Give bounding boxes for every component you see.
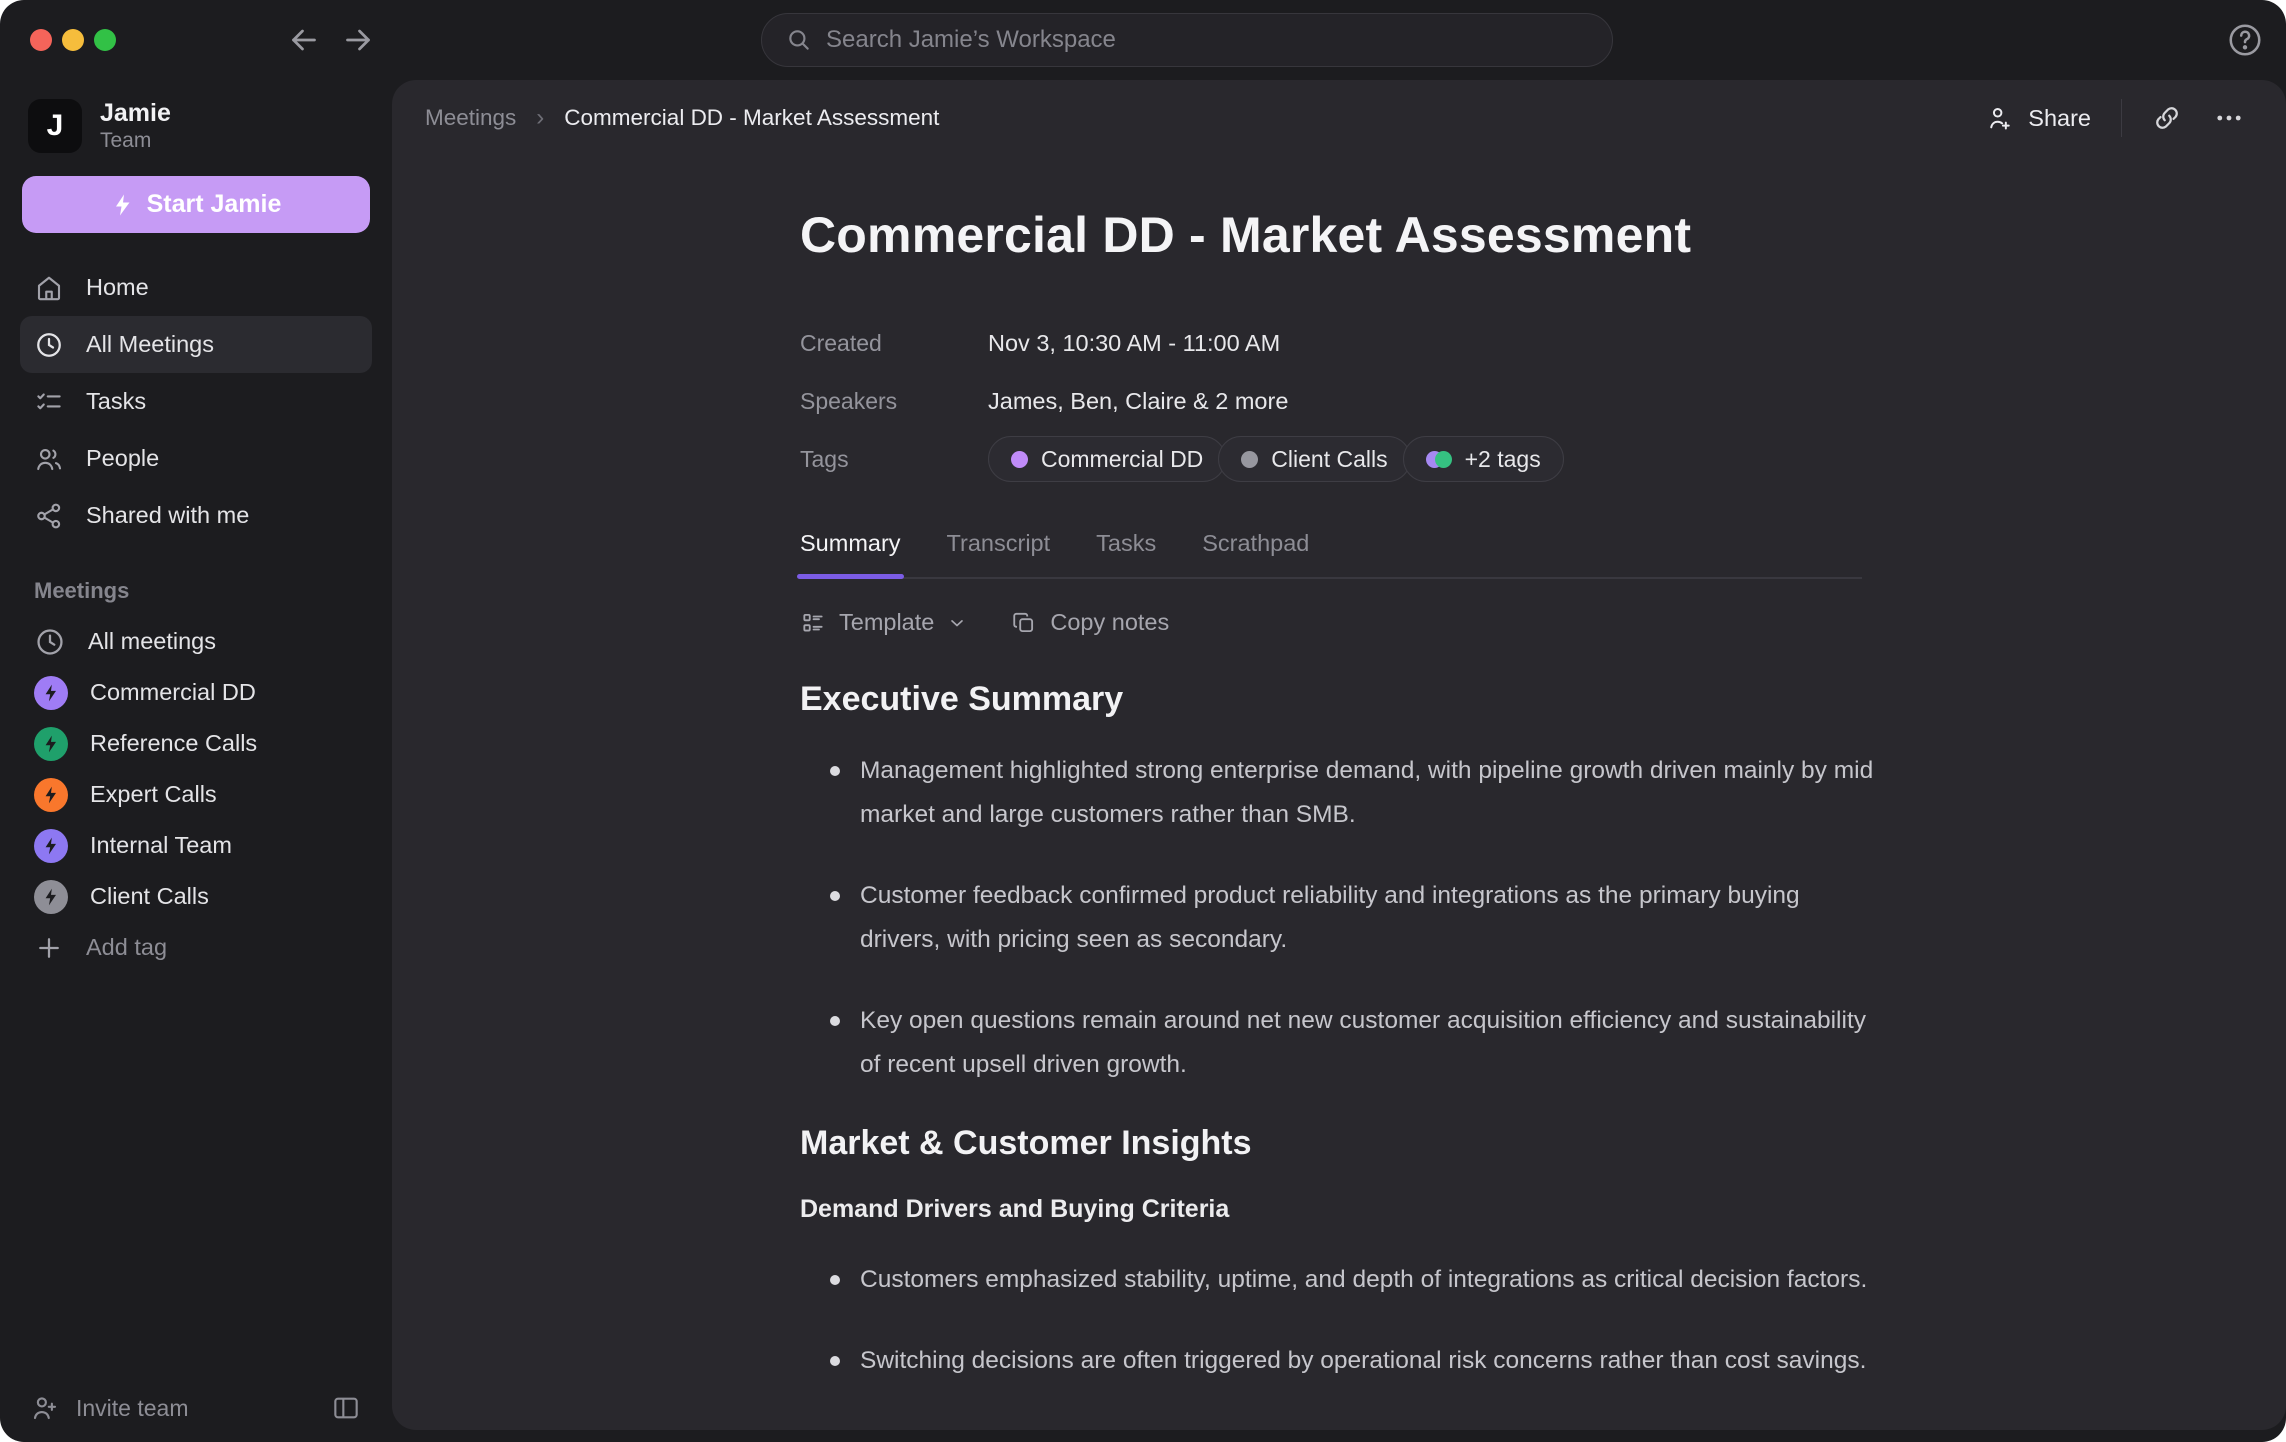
bullet-item: Customers emphasized stability, uptime, … bbox=[800, 1258, 1875, 1302]
section-subheading: Demand Drivers and Buying Criteria bbox=[800, 1195, 1875, 1224]
tag-dot bbox=[1241, 451, 1258, 468]
person-plus-icon bbox=[1986, 104, 2014, 132]
bolt-badge-icon bbox=[34, 778, 68, 812]
speakers-value: James, Ben, Claire & 2 more bbox=[988, 388, 1288, 415]
copy-link-icon[interactable] bbox=[2152, 103, 2182, 133]
workspace-logo: J bbox=[28, 99, 82, 153]
sidebar-item-internal-team[interactable]: Internal Team bbox=[20, 820, 372, 871]
bullet-item: Switching decisions are often triggered … bbox=[800, 1339, 1875, 1383]
note-tabs: Summary Transcript Tasks Scrathpad bbox=[800, 530, 1875, 579]
bullet-item: Key open questions remain around net new… bbox=[800, 999, 1875, 1087]
bolt-badge-icon bbox=[34, 676, 68, 710]
page-title: Commercial DD - Market Assessment bbox=[800, 206, 1875, 264]
collapse-sidebar-icon[interactable] bbox=[330, 1392, 362, 1424]
share-button[interactable]: Share bbox=[1986, 104, 2091, 132]
tags-label: Tags bbox=[800, 446, 988, 473]
people-icon bbox=[34, 444, 64, 474]
speakers-label: Speakers bbox=[800, 388, 988, 415]
created-label: Created bbox=[800, 330, 988, 357]
bullet-item: Customer feedback confirmed product reli… bbox=[800, 874, 1875, 962]
section-executive-summary: Executive Summary Management highlighted… bbox=[800, 680, 1875, 1087]
workspace-switcher[interactable]: J Jamie Team bbox=[20, 92, 372, 176]
tag-pill-more-tags[interactable]: +2 tags bbox=[1403, 436, 1564, 482]
lightning-bolt-icon bbox=[111, 193, 135, 217]
bolt-badge-icon bbox=[34, 880, 68, 914]
tag-dot bbox=[1011, 451, 1028, 468]
section-heading: Market & Customer Insights bbox=[800, 1124, 1875, 1163]
clock-icon bbox=[34, 626, 66, 658]
add-tag-button[interactable]: Add tag bbox=[20, 922, 372, 973]
forward-arrow-icon[interactable] bbox=[340, 22, 376, 58]
chevron-down-icon bbox=[947, 613, 967, 633]
bullet-item: Management highlighted strong enterprise… bbox=[800, 749, 1875, 837]
meetings-section-label: Meetings bbox=[34, 578, 358, 604]
more-options-icon[interactable] bbox=[2212, 101, 2246, 135]
plus-icon bbox=[34, 933, 64, 963]
search-input[interactable]: Search Jamie’s Workspace bbox=[761, 13, 1613, 67]
breadcrumb-current: Commercial DD - Market Assessment bbox=[564, 105, 939, 131]
breadcrumb-meetings-link[interactable]: Meetings bbox=[425, 105, 516, 131]
sidebar-item-shared-with-me[interactable]: Shared with me bbox=[20, 487, 372, 544]
bullet-item: Several customers noted increasing inter… bbox=[800, 1420, 1875, 1430]
meta-speakers-row: Speakers James, Ben, Claire & 2 more bbox=[800, 372, 1875, 430]
bolt-badge-icon bbox=[34, 727, 68, 761]
section-heading: Executive Summary bbox=[800, 680, 1875, 719]
app-window: Search Jamie’s Workspace J Jamie Team St… bbox=[0, 0, 2286, 1442]
tab-transcript[interactable]: Transcript bbox=[947, 530, 1051, 579]
tab-summary[interactable]: Summary bbox=[800, 530, 901, 579]
person-plus-icon bbox=[30, 1393, 60, 1423]
sidebar-item-tasks[interactable]: Tasks bbox=[20, 373, 372, 430]
template-icon bbox=[800, 610, 826, 636]
home-icon bbox=[34, 273, 64, 303]
copy-icon bbox=[1011, 610, 1037, 636]
workspace-name: Jamie bbox=[100, 98, 171, 128]
back-arrow-icon[interactable] bbox=[286, 22, 322, 58]
meta-created-row: Created Nov 3, 10:30 AM - 11:00 AM bbox=[800, 314, 1875, 372]
checklist-icon bbox=[34, 387, 64, 417]
tag-pill-commercial-dd[interactable]: Commercial DD bbox=[988, 436, 1226, 482]
tab-scrathpad[interactable]: Scrathpad bbox=[1202, 530, 1309, 579]
search-icon bbox=[786, 27, 812, 53]
invite-team-button[interactable]: Invite team bbox=[30, 1393, 189, 1423]
chevron-right-icon: › bbox=[536, 104, 544, 132]
main-panel: Meetings › Commercial DD - Market Assess… bbox=[392, 80, 2286, 1430]
close-window-button[interactable] bbox=[30, 29, 52, 51]
section-market-customer-insights: Market & Customer Insights Demand Driver… bbox=[800, 1124, 1875, 1430]
created-value: Nov 3, 10:30 AM - 11:00 AM bbox=[988, 330, 1280, 357]
workspace-type: Team bbox=[100, 128, 171, 154]
start-jamie-button[interactable]: Start Jamie bbox=[22, 176, 370, 233]
breadcrumb: Meetings › Commercial DD - Market Assess… bbox=[425, 104, 939, 132]
template-dropdown[interactable]: Template bbox=[800, 609, 967, 636]
sidebar-item-commercial-dd[interactable]: Commercial DD bbox=[20, 667, 372, 718]
tag-pill-client-calls[interactable]: Client Calls bbox=[1218, 436, 1410, 482]
copy-notes-button[interactable]: Copy notes bbox=[1011, 609, 1169, 636]
zoom-window-button[interactable] bbox=[94, 29, 116, 51]
bolt-badge-icon bbox=[34, 829, 68, 863]
sidebar-item-reference-calls[interactable]: Reference Calls bbox=[20, 718, 372, 769]
sidebar-item-all-meetings-tag[interactable]: All meetings bbox=[20, 616, 372, 667]
minimize-window-button[interactable] bbox=[62, 29, 84, 51]
sidebar-item-all-meetings[interactable]: All Meetings bbox=[20, 316, 372, 373]
note-header: Meetings › Commercial DD - Market Assess… bbox=[392, 80, 2286, 156]
share-nodes-icon bbox=[34, 501, 64, 531]
sidebar-item-client-calls[interactable]: Client Calls bbox=[20, 871, 372, 922]
tab-tasks[interactable]: Tasks bbox=[1096, 530, 1156, 579]
title-bar: Search Jamie’s Workspace bbox=[0, 0, 2286, 80]
sidebar: J Jamie Team Start Jamie Home All Meetin… bbox=[0, 80, 392, 1442]
search-placeholder: Search Jamie’s Workspace bbox=[826, 26, 1116, 54]
sidebar-item-expert-calls[interactable]: Expert Calls bbox=[20, 769, 372, 820]
help-icon[interactable] bbox=[2226, 21, 2264, 59]
clock-icon bbox=[34, 330, 64, 360]
divider bbox=[2121, 99, 2122, 137]
tag-dot-pair bbox=[1426, 451, 1452, 468]
sidebar-item-home[interactable]: Home bbox=[20, 259, 372, 316]
sidebar-item-people[interactable]: People bbox=[20, 430, 372, 487]
meta-tags-row: Tags Commercial DD Client Calls bbox=[800, 430, 1875, 488]
note-content: Commercial DD - Market Assessment Create… bbox=[800, 206, 1875, 1430]
